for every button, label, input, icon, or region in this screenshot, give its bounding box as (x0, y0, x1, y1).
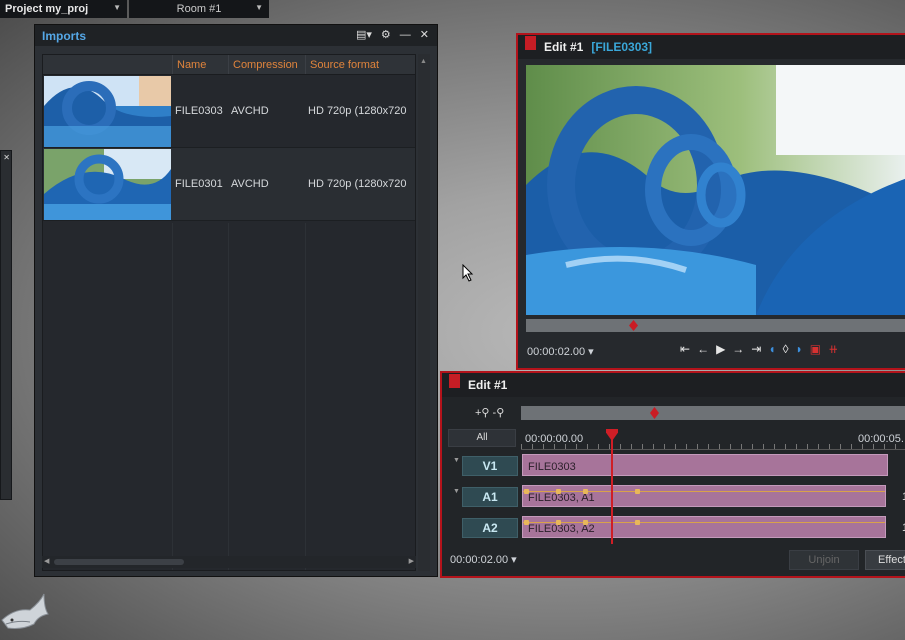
unjoin-button[interactable]: Unjoin (789, 550, 859, 570)
zoom-out-icon[interactable]: -⚲ (493, 407, 505, 419)
effects-button[interactable]: Effects (865, 550, 905, 570)
column-thumbnail[interactable] (43, 55, 172, 74)
clip-v1[interactable]: FILE0303 (522, 454, 888, 476)
top-bar: Project my_proj ▼ Room #1 ▼ (0, 0, 269, 18)
cell-source-format: HD 720p (1280x720 (308, 178, 407, 190)
track-a2[interactable]: A2 (462, 518, 518, 538)
close-icon[interactable]: ✕ (420, 28, 429, 41)
overwrite-icon[interactable]: ⧺ (828, 342, 838, 356)
timeline-header: Edit #1 (442, 373, 905, 397)
project-label: Project my_proj (5, 3, 89, 15)
skip-end-icon[interactable]: ⇥ (751, 342, 761, 356)
clip-label: FILE0303 (528, 461, 576, 473)
clip-thumbnail (44, 148, 171, 220)
collapsed-panel[interactable]: ✕ (0, 150, 12, 500)
viewer-title: Edit #1 (544, 40, 584, 54)
cell-name: FILE0303 (175, 105, 223, 117)
video-preview[interactable] (526, 65, 905, 315)
column-source-format[interactable]: Source format (305, 55, 415, 74)
column-compression[interactable]: Compression (228, 55, 305, 74)
cell-source-format: HD 720p (1280x720 (308, 105, 407, 117)
chevron-down-icon: ▼ (255, 3, 263, 12)
transport-controls: ⇤ ← ▶ → ⇥ ◖ ◊ ◗ ▣ ⧺ (680, 342, 838, 356)
clip-a1[interactable]: FILE0303, A1 (522, 485, 886, 507)
timeline-panel: Edit #1 +⚲ -⚲ All 00:00:00.00 00:00:05. … (440, 371, 905, 578)
imports-tools: ▤▾ ⚙ — ✕ (356, 28, 429, 42)
imports-header: Imports ▤▾ ⚙ — ✕ (35, 25, 437, 46)
zoom-in-icon[interactable]: +⚲ (475, 407, 489, 419)
room-label: Room #1 (176, 3, 222, 15)
imports-title: Imports (42, 28, 87, 43)
imports-list[interactable]: Name Compression Source format FILE0303 … (42, 54, 416, 571)
timeline-title: Edit #1 (468, 378, 508, 392)
zoom-controls: +⚲ -⚲ (475, 406, 504, 419)
shark-logo-icon (0, 590, 50, 639)
scroll-up-icon[interactable]: ▲ (420, 58, 427, 65)
skip-start-icon[interactable]: ⇤ (680, 342, 690, 356)
chevron-down-icon: ▼ (113, 3, 121, 12)
viewer-timecode[interactable]: 00:00:02.00 ▾ (527, 345, 594, 358)
scrollbar-thumb[interactable] (54, 559, 184, 565)
list-view-icon[interactable]: ▤▾ (356, 28, 372, 41)
step-forward-icon[interactable]: → (732, 342, 744, 356)
expand-track-icon[interactable]: ▼ (453, 488, 460, 495)
expand-track-icon[interactable]: ▼ (453, 457, 460, 464)
timeline-timecode[interactable]: 00:00:02.00 ▾ (450, 553, 517, 566)
all-tracks-button[interactable]: All (448, 429, 516, 447)
cell-compression: AVCHD (231, 105, 269, 117)
scroll-right-icon[interactable]: ▶ (409, 557, 414, 565)
track-v1[interactable]: V1 (462, 456, 518, 476)
ruler-ticks (521, 444, 905, 449)
close-icon[interactable]: ✕ (3, 153, 10, 162)
play-icon[interactable]: ▶ (716, 342, 725, 356)
horizontal-scrollbar[interactable]: ◀ ▶ (42, 556, 416, 568)
project-selector[interactable]: Project my_proj ▼ (0, 0, 127, 18)
viewer-clip-name: [FILE0303] (591, 40, 653, 54)
settings-icon[interactable]: ⚙ (381, 28, 391, 41)
step-back-icon[interactable]: ← (697, 342, 709, 356)
viewer-scrub-bar[interactable] (526, 319, 905, 332)
clip-thumbnail (44, 75, 171, 147)
overview-marker[interactable] (650, 407, 659, 419)
column-headers: Name Compression Source format (43, 55, 415, 75)
viewer-panel: Edit #1 [FILE0303] 00:00:02.00 ▾ ⇤ ← ▶ →… (516, 33, 905, 370)
viewer-header: Edit #1 [FILE0303] (518, 35, 905, 59)
vertical-scrollbar[interactable]: ▲ (418, 54, 430, 571)
mark-in-icon[interactable]: ◖ (768, 342, 775, 356)
insert-icon[interactable]: ▣ (810, 342, 821, 356)
record-tag-icon (525, 36, 536, 50)
mark-out-icon[interactable]: ◗ (796, 342, 803, 356)
marker-icon[interactable]: ◊ (783, 342, 789, 356)
clip-a2[interactable]: FILE0303, A2 (522, 516, 886, 538)
imports-panel: Imports ▤▾ ⚙ — ✕ Name Compression Source… (34, 24, 438, 577)
column-name[interactable]: Name (172, 55, 228, 74)
room-selector[interactable]: Room #1 ▼ (129, 0, 269, 18)
timeline-ruler[interactable]: 00:00:00.00 00:00:05. (521, 428, 905, 450)
timeline-overview-bar[interactable] (521, 406, 905, 420)
mouse-cursor-icon (462, 263, 474, 285)
track-a1[interactable]: A1 (462, 487, 518, 507)
column-grid (43, 223, 415, 570)
list-item[interactable]: FILE0303 AVCHD HD 720p (1280x720 (43, 75, 415, 148)
scroll-left-icon[interactable]: ◀ (44, 557, 49, 565)
cell-name: FILE0301 (175, 178, 223, 190)
list-item[interactable]: FILE0301 AVCHD HD 720p (1280x720 (43, 148, 415, 221)
minimize-icon[interactable]: — (400, 29, 411, 41)
cell-compression: AVCHD (231, 178, 269, 190)
timeline-playhead[interactable] (611, 434, 613, 544)
record-tag-icon (449, 374, 460, 388)
playhead-marker[interactable] (629, 320, 638, 331)
